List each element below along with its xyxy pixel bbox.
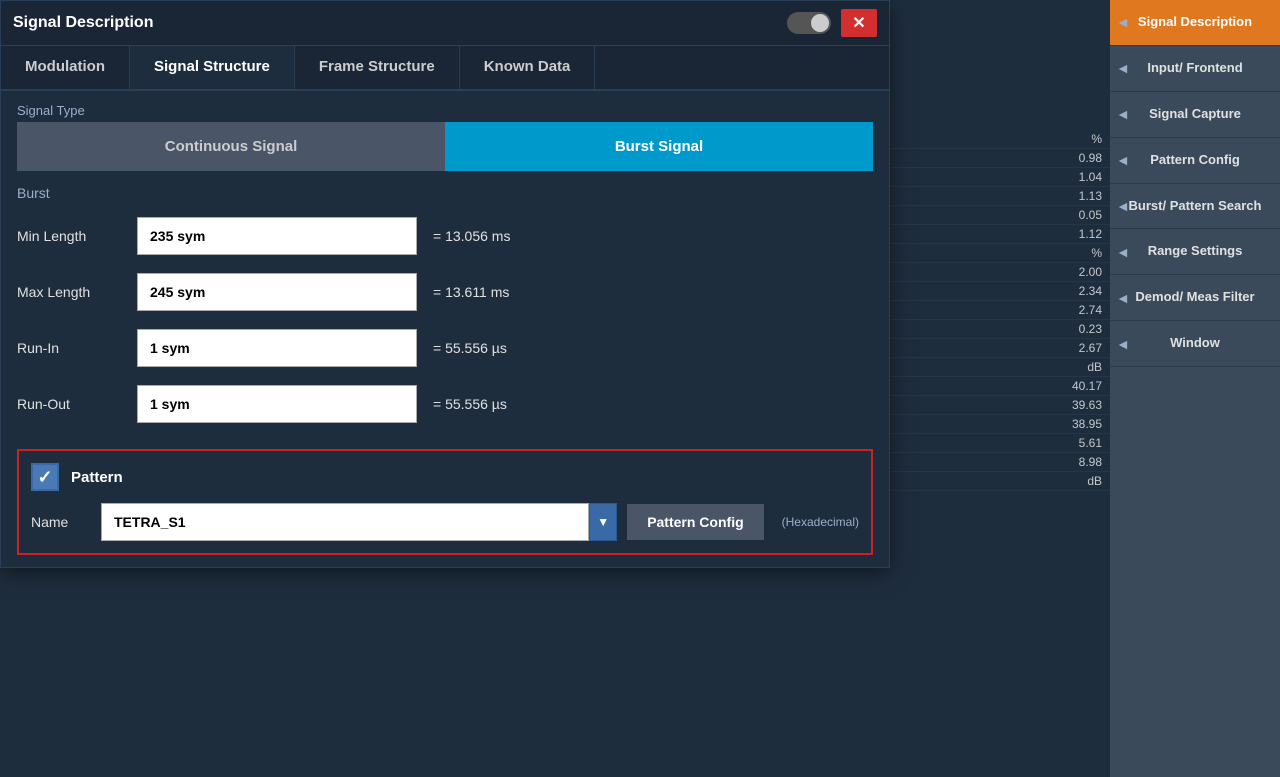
sidebar-arrow-input-frontend: ◄ (1116, 59, 1130, 77)
pattern-name-row: Name ▼ Pattern Config (Hexadecimal) (31, 503, 859, 541)
sidebar-arrow-signal-description: ◄ (1116, 13, 1130, 31)
sidebar-item-range-settings[interactable]: ◄ Range Settings (1110, 229, 1280, 275)
run-in-input[interactable] (137, 329, 417, 367)
run-in-label: Run-In (17, 340, 137, 356)
sidebar-arrow-window: ◄ (1116, 335, 1130, 353)
sidebar-arrow-demod-meas-filter: ◄ (1116, 289, 1130, 307)
pattern-header: ✓ Pattern (31, 463, 859, 491)
sidebar-item-signal-capture[interactable]: ◄ Signal Capture (1110, 92, 1280, 138)
pattern-name-select-container: ▼ (101, 503, 617, 541)
run-out-row: Run-Out = 55.556 µs (17, 385, 873, 423)
sidebar-item-signal-description[interactable]: ◄ Signal Description (1110, 0, 1280, 46)
sidebar-arrow-range-settings: ◄ (1116, 243, 1130, 261)
min-length-input[interactable] (137, 217, 417, 255)
pattern-section: ✓ Pattern Name ▼ Pattern Config (Hexadec… (17, 449, 873, 555)
run-out-input[interactable] (137, 385, 417, 423)
pattern-title: Pattern (71, 469, 123, 486)
pattern-name-input[interactable] (101, 503, 589, 541)
pattern-name-label: Name (31, 514, 91, 530)
sidebar-label-range-settings: Range Settings (1148, 243, 1243, 260)
checkbox-check-icon: ✓ (37, 467, 52, 488)
pattern-name-dropdown-button[interactable]: ▼ (589, 503, 617, 541)
sidebar-item-demod-meas-filter[interactable]: ◄ Demod/ Meas Filter (1110, 275, 1280, 321)
signal-type-section: Signal Type Continuous Signal Burst Sign… (17, 103, 873, 171)
sidebar-item-input-frontend[interactable]: ◄ Input/ Frontend (1110, 46, 1280, 92)
run-in-computed: = 55.556 µs (433, 340, 507, 356)
toggle-knob (811, 14, 829, 32)
sidebar-item-burst-pattern-search[interactable]: ◄ Burst/ Pattern Search (1110, 184, 1280, 230)
tab-known-data[interactable]: Known Data (460, 46, 596, 89)
dialog-title: Signal Description (13, 14, 153, 32)
titlebar-controls: ✕ (787, 9, 877, 37)
tab-signal-structure[interactable]: Signal Structure (130, 46, 295, 89)
dialog-body: Signal Type Continuous Signal Burst Sign… (1, 91, 889, 567)
run-out-label: Run-Out (17, 396, 137, 412)
sidebar-label-burst-pattern-search: Burst/ Pattern Search (1129, 198, 1262, 215)
burst-signal-button[interactable]: Burst Signal (445, 122, 873, 171)
sidebar-item-window[interactable]: ◄ Window (1110, 321, 1280, 367)
sidebar-item-pattern-config[interactable]: ◄ Pattern Config (1110, 138, 1280, 184)
sidebar-arrow-pattern-config: ◄ (1116, 151, 1130, 169)
sidebar-label-input-frontend: Input/ Frontend (1147, 60, 1242, 77)
signal-type-row: Continuous Signal Burst Signal (17, 122, 873, 171)
pattern-config-button[interactable]: Pattern Config (627, 504, 763, 540)
run-out-computed: = 55.556 µs (433, 396, 507, 412)
dialog-tabs: Modulation Signal Structure Frame Struct… (1, 46, 889, 91)
max-length-computed: = 13.611 ms (433, 284, 509, 300)
dialog-titlebar: Signal Description ✕ (1, 1, 889, 46)
min-length-label: Min Length (17, 228, 137, 244)
sidebar-label-window: Window (1170, 335, 1220, 352)
sidebar-label-pattern-config: Pattern Config (1150, 152, 1240, 169)
min-length-row: Min Length = 13.056 ms (17, 217, 873, 255)
tab-frame-structure[interactable]: Frame Structure (295, 46, 460, 89)
max-length-label: Max Length (17, 284, 137, 300)
min-length-computed: = 13.056 ms (433, 228, 510, 244)
max-length-input[interactable] (137, 273, 417, 311)
signal-type-label: Signal Type (17, 103, 873, 118)
continuous-signal-button[interactable]: Continuous Signal (17, 122, 445, 171)
bg-value-evm-rms: % (1091, 132, 1102, 146)
hexadecimal-label: (Hexadecimal) (782, 515, 859, 529)
run-in-row: Run-In = 55.556 µs (17, 329, 873, 367)
sidebar-label-signal-description: Signal Description (1138, 14, 1252, 31)
max-length-row: Max Length = 13.611 ms (17, 273, 873, 311)
close-button[interactable]: ✕ (841, 9, 877, 37)
tab-modulation[interactable]: Modulation (1, 46, 130, 89)
signal-description-dialog: Signal Description ✕ Modulation Signal S… (0, 0, 890, 568)
sidebar-label-signal-capture: Signal Capture (1149, 106, 1241, 123)
sidebar-arrow-burst-pattern-search: ◄ (1116, 197, 1130, 215)
burst-section-label: Burst (17, 185, 873, 201)
right-sidebar: ◄ Signal Description ◄ Input/ Frontend ◄… (1110, 0, 1280, 777)
pattern-checkbox[interactable]: ✓ (31, 463, 59, 491)
sidebar-label-demod-meas-filter: Demod/ Meas Filter (1135, 289, 1254, 306)
bg-value-current: 0.98 (1079, 151, 1102, 165)
enable-toggle[interactable] (787, 12, 831, 34)
sidebar-arrow-signal-capture: ◄ (1116, 105, 1130, 123)
